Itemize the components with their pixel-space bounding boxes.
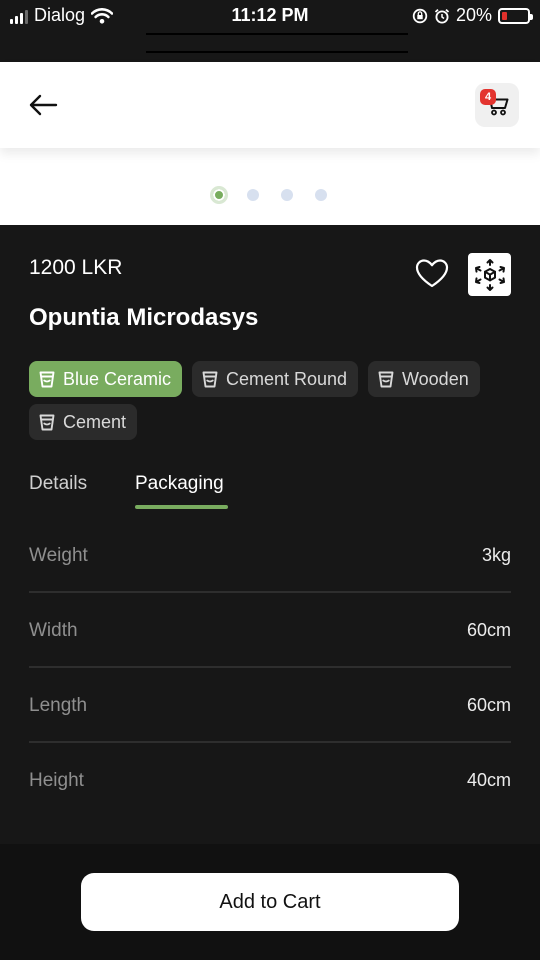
pot-icon	[378, 371, 394, 387]
status-bar: Dialog 11:12 PM 20%	[0, 0, 540, 62]
tab-packaging[interactable]: Packaging	[135, 473, 224, 495]
spec-divider	[29, 591, 511, 593]
pot-option-cement-round[interactable]: Cement Round	[192, 361, 359, 397]
cart-count-badge: 4	[480, 89, 496, 105]
pot-option-label: Cement	[63, 411, 127, 432]
product-image-area: 4	[0, 62, 540, 225]
product-name: Opuntia Microdasys	[29, 304, 259, 331]
alarm-icon	[434, 8, 450, 23]
spec-label: Width	[29, 620, 78, 641]
back-arrow-icon	[29, 94, 58, 116]
pot-icon	[39, 414, 55, 430]
carousel-dot[interactable]	[281, 189, 293, 201]
spec-value: 3kg	[481, 545, 511, 565]
spec-divider	[29, 666, 511, 668]
ar-view-icon	[474, 258, 505, 291]
back-button[interactable]	[26, 88, 60, 122]
battery-icon	[498, 7, 533, 24]
spec-row-length: Length 60cm	[29, 695, 511, 770]
pot-option-label: Wooden	[402, 368, 469, 389]
spec-value: 40cm	[466, 770, 511, 790]
spec-value: 60cm	[466, 695, 511, 715]
pot-option-wooden[interactable]: Wooden	[368, 361, 480, 397]
cart-button[interactable]: 4	[475, 83, 519, 127]
spec-row-width: Width 60cm	[29, 620, 511, 695]
spec-label: Weight	[29, 545, 88, 566]
spec-row-weight: Weight 3kg	[29, 545, 511, 620]
carousel-dot[interactable]	[210, 186, 228, 204]
heart-icon	[415, 259, 449, 288]
product-price: 1200 LKR	[29, 256, 123, 279]
favorite-button[interactable]	[414, 256, 450, 292]
carousel-dot[interactable]	[247, 189, 259, 201]
tab-details[interactable]: Details	[29, 473, 87, 495]
pot-icon	[202, 371, 218, 387]
pot-option-blue-ceramic[interactable]: Blue Ceramic	[29, 361, 183, 397]
carousel-dot[interactable]	[315, 189, 327, 201]
pot-option-label: Blue Ceramic	[63, 368, 172, 389]
pot-icon	[39, 371, 55, 387]
spec-label: Height	[29, 770, 84, 791]
carousel-indicator	[0, 186, 540, 204]
ar-view-button[interactable]	[468, 253, 511, 296]
status-right: 20%	[412, 5, 533, 26]
pot-option-cement[interactable]: Cement	[29, 404, 138, 440]
spec-label: Length	[29, 695, 88, 716]
battery-percent: 20%	[455, 5, 492, 25]
status-divider-bottom	[146, 51, 408, 53]
spec-value: 60cm	[466, 620, 511, 640]
screen-lock-icon	[412, 8, 428, 23]
spec-divider	[29, 741, 511, 743]
top-nav-bar: 4	[0, 62, 540, 148]
active-tab-indicator	[135, 505, 228, 509]
battery-level	[502, 11, 507, 20]
status-divider-top	[146, 33, 408, 35]
pot-option-label: Cement Round	[226, 368, 348, 389]
add-to-cart-button[interactable]: Add to Cart	[81, 873, 459, 931]
spec-row-height: Height 40cm	[29, 770, 511, 845]
